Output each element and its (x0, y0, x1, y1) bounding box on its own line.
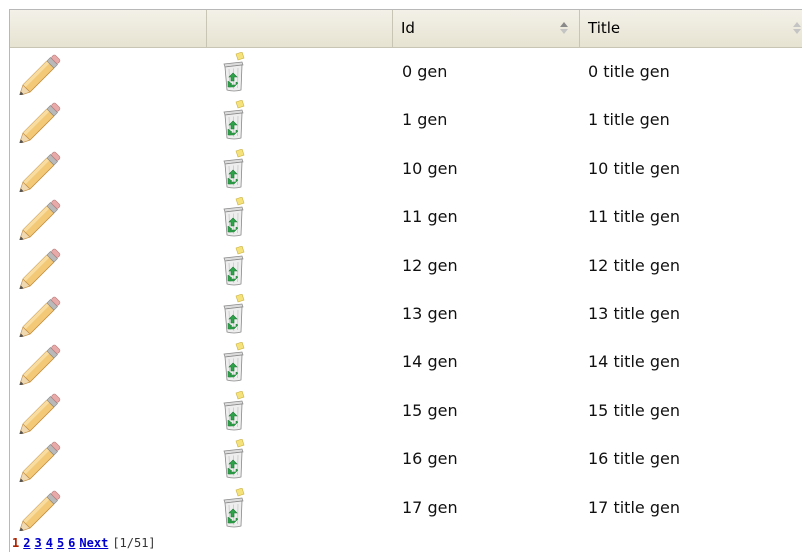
cell-title: 16 title gen (588, 449, 680, 469)
pencil-icon[interactable] (16, 99, 68, 144)
pencil-icon[interactable] (16, 293, 68, 337)
cell-id: 15 gen (402, 400, 458, 420)
pager-next-link[interactable]: Next (79, 536, 108, 550)
header-delete-column (207, 10, 393, 47)
cell-title: 12 title gen (588, 255, 680, 275)
cell-id: 1 gen (402, 110, 448, 130)
trash-can-icon[interactable] (218, 439, 250, 481)
pencil-icon[interactable] (16, 438, 68, 483)
trash-can-icon[interactable] (218, 148, 250, 191)
header-title-column[interactable]: Title (580, 10, 802, 47)
pager-page-link[interactable]: 2 (23, 536, 30, 550)
trash-can-icon[interactable] (218, 487, 250, 530)
pager: 1 2 3 4 5 6 Next [1/51] (10, 534, 312, 552)
pencil-icon[interactable] (16, 341, 68, 386)
table-row: 11 gen 11 title gen (10, 193, 802, 241)
table-row: 1 gen 1 title gen (10, 96, 802, 144)
cell-id: 10 gen (402, 158, 458, 178)
trash-can-icon[interactable] (218, 390, 250, 433)
table-row: 10 gen 10 title gen (10, 145, 802, 193)
cell-id: 14 gen (402, 352, 458, 372)
trash-can-icon[interactable] (218, 52, 250, 94)
cell-id: 0 gen (402, 62, 448, 81)
pager-page-link[interactable]: 3 (34, 536, 41, 550)
pencil-icon[interactable] (16, 196, 68, 241)
header-title-label: Title (588, 19, 621, 37)
cell-id: 13 gen (402, 303, 458, 323)
cell-title: 14 title gen (588, 352, 680, 372)
pencil-icon[interactable] (16, 487, 68, 531)
table-row: 13 gen 13 title gen (10, 290, 802, 338)
header-id-column[interactable]: Id (393, 10, 580, 47)
header-edit-column (10, 10, 207, 47)
pager-page-link[interactable]: 5 (57, 536, 64, 550)
cell-title: 1 title gen (588, 110, 670, 130)
trash-can-icon[interactable] (218, 197, 250, 239)
sort-arrows-icon[interactable] (793, 22, 801, 34)
cell-title: 15 title gen (588, 400, 680, 420)
trash-can-icon[interactable] (218, 342, 250, 384)
cell-id: 16 gen (402, 449, 458, 469)
cell-title: 10 title gen (588, 158, 680, 178)
cell-id: 17 gen (402, 497, 458, 517)
trash-can-icon[interactable] (218, 100, 250, 142)
grid-header: Id Title (10, 10, 802, 48)
header-id-label: Id (401, 19, 415, 37)
table-row: 12 gen 12 title gen (10, 242, 802, 290)
cell-title: 0 title gen (588, 62, 670, 81)
table-row: 15 gen 15 title gen (10, 387, 802, 435)
trash-can-icon[interactable] (218, 245, 250, 288)
cell-title: 11 title gen (588, 207, 680, 227)
grid-body: 0 gen 0 title gen 1 gen 1 title gen 10 g… (10, 48, 802, 532)
table-row: 14 gen 14 title gen (10, 338, 802, 386)
pager-page-link[interactable]: 4 (46, 536, 53, 550)
pencil-icon[interactable] (16, 51, 68, 95)
pager-count: [1/51] (112, 536, 156, 550)
pencil-icon[interactable] (16, 390, 68, 434)
cell-id: 12 gen (402, 255, 458, 275)
table-row: 16 gen 16 title gen (10, 435, 802, 483)
cell-id: 11 gen (402, 207, 458, 227)
sort-arrows-icon[interactable] (560, 22, 568, 34)
pager-current-page: 1 (12, 536, 20, 550)
table-row: 17 gen 17 title gen (10, 484, 802, 532)
pager-page-link[interactable]: 6 (68, 536, 75, 550)
data-grid: Id Title 0 gen 0 title gen 1 gen 1 title… (9, 9, 802, 552)
trash-can-icon[interactable] (218, 293, 250, 336)
cell-title: 17 title gen (588, 497, 680, 517)
table-row: 0 gen 0 title gen (10, 48, 802, 96)
cell-title: 13 title gen (588, 303, 680, 323)
pencil-icon[interactable] (16, 245, 68, 289)
pencil-icon[interactable] (16, 148, 68, 192)
